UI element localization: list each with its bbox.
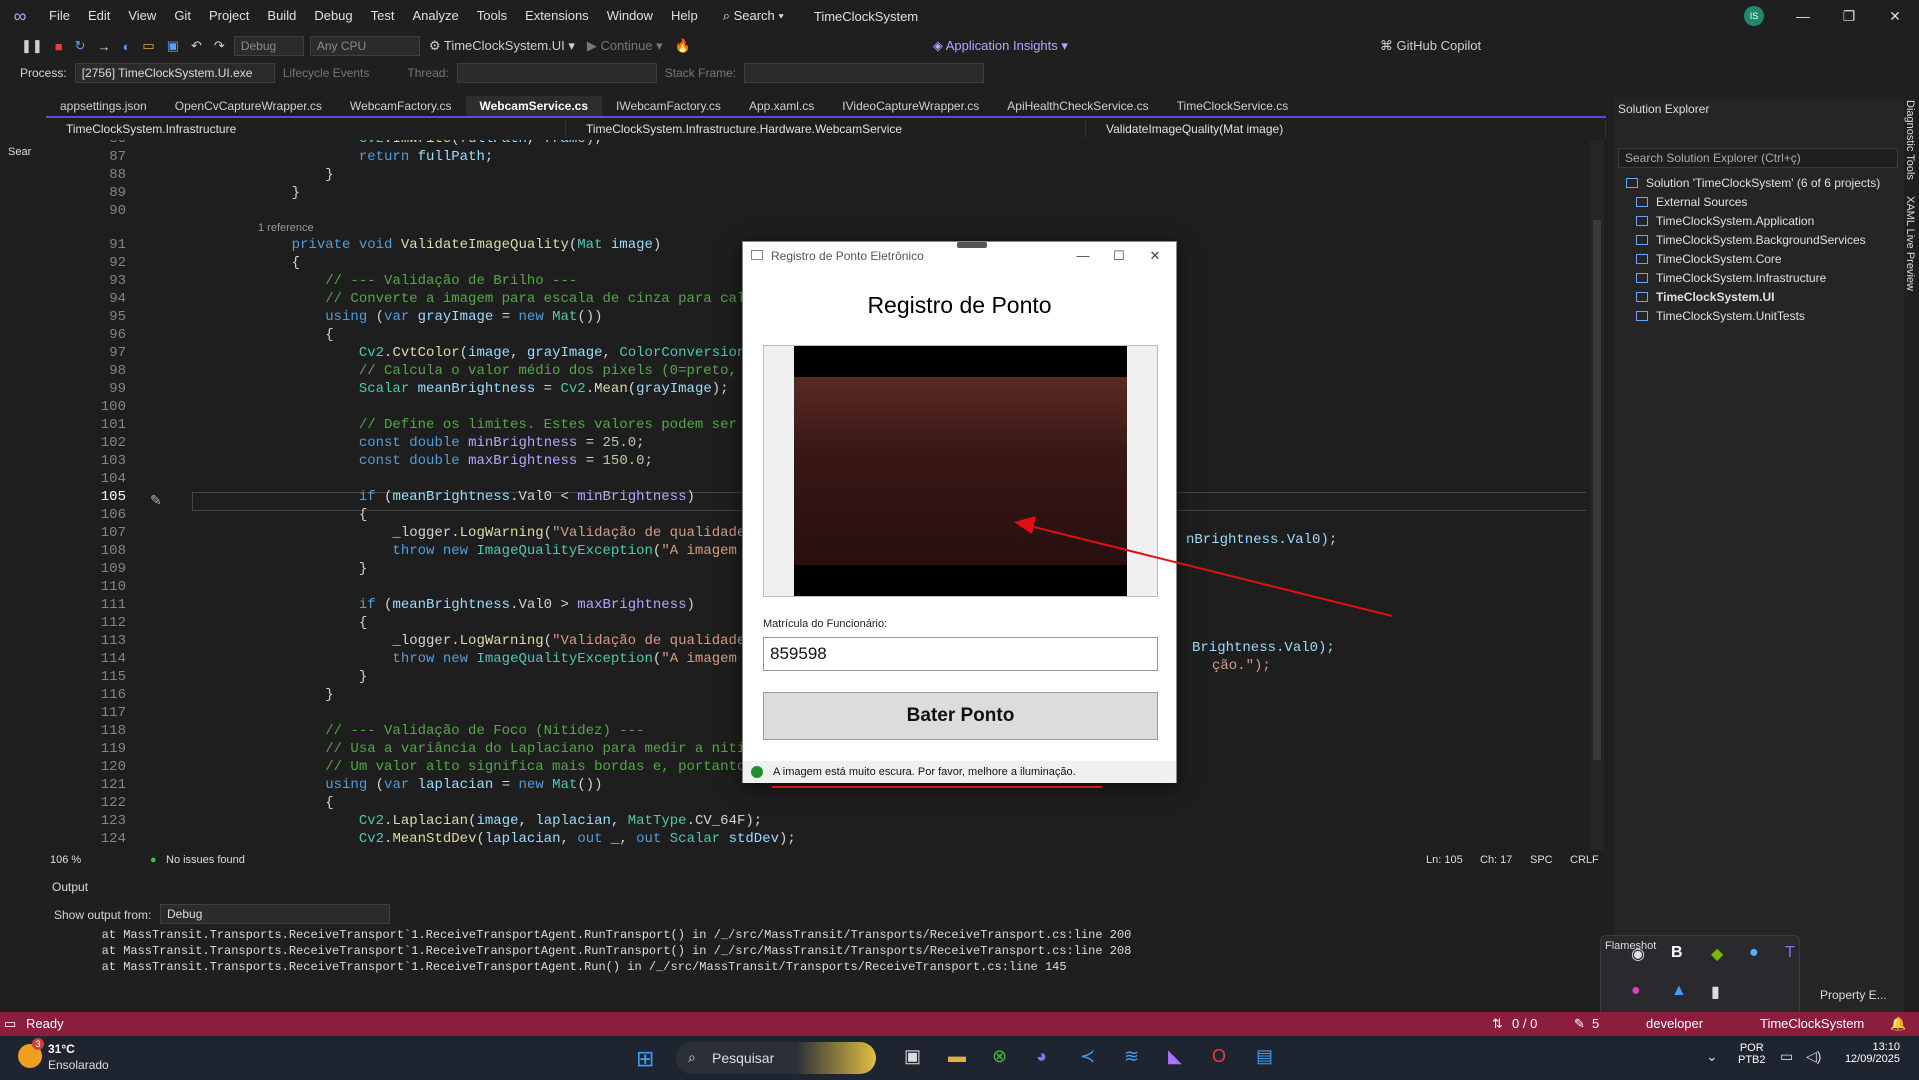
annotation-overlay — [772, 516, 1393, 788]
annotation-arrow — [1029, 525, 1393, 617]
annotation-arrowhead — [1014, 516, 1036, 534]
